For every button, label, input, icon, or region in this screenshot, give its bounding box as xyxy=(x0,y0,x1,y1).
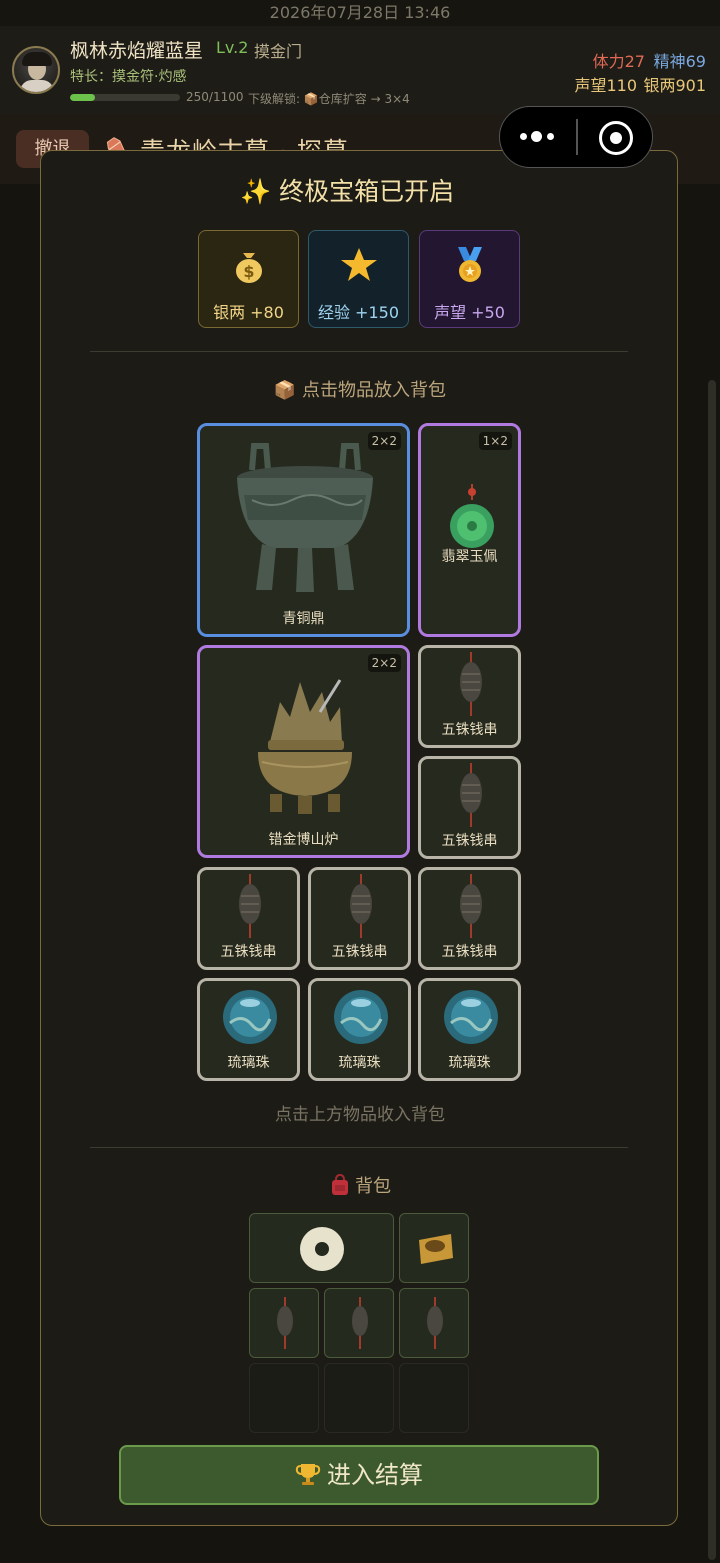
coin-string-image xyxy=(239,874,261,938)
coin-string-image xyxy=(460,763,482,827)
player-skill: 特长：摸金符·灼感 xyxy=(70,69,187,85)
coin-string-image xyxy=(352,1297,368,1349)
exp-progress-fill xyxy=(70,94,96,101)
spirit-stat: 精神69 xyxy=(653,52,706,71)
exp-text: 250/1100 xyxy=(186,90,244,104)
loot-item-coin-string[interactable]: 五铢钱串 xyxy=(197,867,300,970)
item-name: 琉璃珠 xyxy=(338,1055,381,1071)
reward-silver: $ 银两 +80 xyxy=(198,230,299,328)
censer-image xyxy=(258,679,352,814)
loot-item-glass-bead[interactable]: 琉璃珠 xyxy=(418,978,521,1081)
reward-exp: 经验 +150 xyxy=(308,230,409,328)
reward-reputation-label: 声望 +50 xyxy=(434,303,505,322)
loot-item-bronze-ding[interactable]: 2×2 青铜鼎 xyxy=(197,423,410,637)
chest-title: ✨ 终极宝箱已开启 xyxy=(240,177,455,206)
bag-slot-coin-string[interactable] xyxy=(324,1288,394,1358)
trophy-icon xyxy=(295,1464,321,1485)
next-unlock: 下级解锁: 📦仓库扩容 → 3×4 xyxy=(248,92,410,106)
bag-slot-gold-seal[interactable] xyxy=(399,1213,469,1283)
loot-hint: 点击上方物品收入背包 xyxy=(275,1105,445,1125)
reward-silver-label: 银两 +80 xyxy=(213,303,284,322)
reward-reputation: 声望 +50 xyxy=(419,230,520,328)
exp-progress-bar xyxy=(70,94,180,101)
bag-slot-coin-string[interactable] xyxy=(399,1288,469,1358)
item-name: 琉璃珠 xyxy=(227,1055,270,1071)
player-sect: 摸金门 xyxy=(254,42,303,61)
glass-bead-image xyxy=(223,990,277,1044)
stamina-stat: 体力27 xyxy=(592,52,645,71)
divider xyxy=(90,1147,628,1148)
star-icon xyxy=(341,248,377,281)
player-level: Lv.2 xyxy=(216,38,249,57)
coin-string-image xyxy=(277,1297,293,1349)
player-name: 枫林赤焰耀蓝星 xyxy=(70,40,204,62)
coin-string-image xyxy=(350,874,372,938)
jade-disc-image xyxy=(300,1227,344,1271)
silver-stat: 银两901 xyxy=(643,76,706,95)
loot-item-coin-string[interactable]: 五铢钱串 xyxy=(418,645,521,748)
item-name: 五铢钱串 xyxy=(441,722,498,738)
bag-section-title: 背包 xyxy=(0,1172,720,1198)
bag-slot-empty[interactable] xyxy=(249,1363,319,1433)
svg-text:$: $ xyxy=(243,262,254,281)
player-profile: 枫林赤焰耀蓝星 Lv.2 摸金门 特长：摸金符·灼感 250/1100 下级解锁… xyxy=(0,26,720,114)
settle-button[interactable]: 进入结算 xyxy=(119,1445,599,1505)
scrollbar[interactable] xyxy=(708,380,716,1560)
bag-slot-coin-string[interactable] xyxy=(249,1288,319,1358)
item-name: 五铢钱串 xyxy=(331,944,388,960)
loot-item-censer[interactable]: 2×2 错金博山炉 xyxy=(197,645,410,858)
coin-string-image xyxy=(427,1297,443,1349)
reward-exp-label: 经验 +150 xyxy=(317,303,400,322)
loot-item-coin-string[interactable]: 五铢钱串 xyxy=(308,867,411,970)
bag-slot-empty[interactable] xyxy=(324,1363,394,1433)
item-name: 翡翠玉佩 xyxy=(441,549,498,565)
bag-slot-empty[interactable] xyxy=(399,1363,469,1433)
item-size-badge: 2×2 xyxy=(367,654,401,672)
glass-bead-image xyxy=(334,990,388,1044)
close-target-icon[interactable] xyxy=(599,121,633,155)
loot-item-coin-string[interactable]: 五铢钱串 xyxy=(418,867,521,970)
loot-item-glass-bead[interactable]: 琉璃珠 xyxy=(197,978,300,1081)
miniprogram-capsule xyxy=(499,106,653,168)
loot-item-jade-pendant[interactable]: 1×2 翡翠玉佩 xyxy=(418,423,521,637)
bag-slot-jade-disc[interactable] xyxy=(249,1213,394,1283)
item-name: 五铢钱串 xyxy=(220,944,277,960)
status-bar: 2026年07月28日 13:46 xyxy=(0,0,720,26)
loot-item-coin-string[interactable]: 五铢钱串 xyxy=(418,756,521,859)
loot-item-glass-bead[interactable]: 琉璃珠 xyxy=(308,978,411,1081)
glass-bead-image xyxy=(444,990,498,1044)
loot-section-title: 📦 点击物品放入背包 xyxy=(273,380,447,401)
item-name: 琉璃珠 xyxy=(448,1055,491,1071)
item-size-badge: 1×2 xyxy=(478,432,512,450)
avatar[interactable] xyxy=(12,46,60,94)
settle-label: 进入结算 xyxy=(327,1461,423,1489)
datetime: 2026年07月28日 13:46 xyxy=(269,3,451,22)
coin-string-image xyxy=(460,874,482,938)
medal-icon xyxy=(458,247,482,282)
bag-title: 背包 xyxy=(355,1176,391,1197)
divider xyxy=(90,351,628,352)
backpack-icon xyxy=(332,1173,348,1195)
item-name: 错金博山炉 xyxy=(268,832,339,848)
gold-seal-image xyxy=(419,1234,453,1264)
item-name: 五铢钱串 xyxy=(441,833,498,849)
item-name: 青铜鼎 xyxy=(282,611,325,627)
coin-string-image xyxy=(460,652,482,716)
bronze-ding-image xyxy=(237,443,373,592)
jade-pendant-image xyxy=(450,484,494,548)
more-options-icon[interactable] xyxy=(520,126,556,148)
item-name: 五铢钱串 xyxy=(441,944,498,960)
reputation-stat: 声望110 xyxy=(574,76,637,95)
money-bag-icon: $ xyxy=(236,253,262,283)
